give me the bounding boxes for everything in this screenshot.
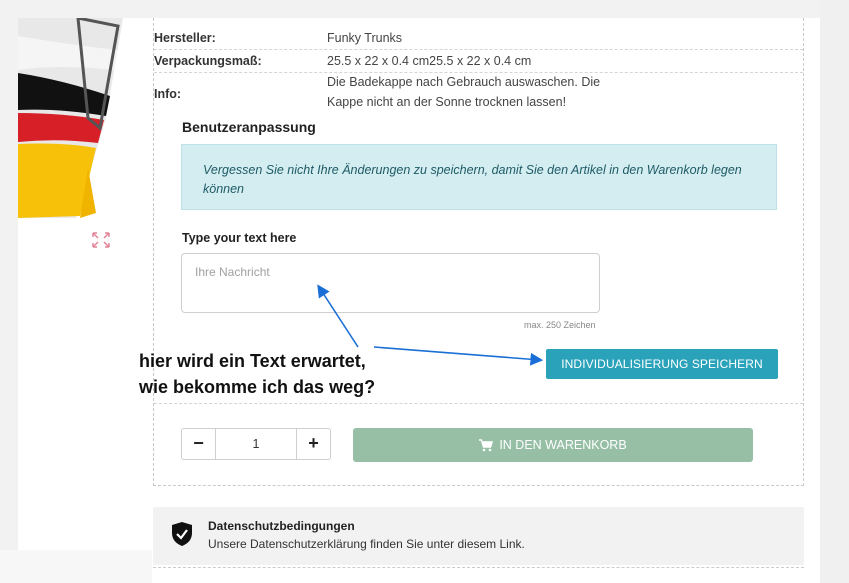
page-scrollbar[interactable] [820, 0, 849, 583]
save-notice: Vergessen Sie nicht Ihre Änderungen zu s… [181, 144, 777, 210]
notice-line2: können [203, 182, 245, 196]
product-image[interactable] [18, 18, 128, 228]
packaging-value: 25.5 x 22 x 0.4 cm25.5 x 22 x 0.4 cm [327, 54, 532, 68]
info-value-line2: Kappe nicht an der Sonne trocknen lassen… [327, 95, 567, 109]
notice-line1: Vergessen Sie nicht Ihre Änderungen zu s… [203, 163, 742, 177]
info-value-line1: Die Badekappe nach Gebrauch auswaschen. … [327, 75, 601, 89]
expand-icon[interactable] [90, 230, 112, 250]
message-placeholder: Ihre Nachricht [195, 265, 270, 279]
shield-check-icon [172, 522, 192, 546]
bottom-left-area [0, 550, 152, 583]
message-textarea[interactable]: Ihre Nachricht [181, 253, 600, 313]
manufacturer-label: Hersteller: [154, 31, 216, 45]
divider [154, 403, 803, 404]
add-to-cart-label: IN DEN WARENKORB [499, 438, 627, 452]
info-label: Info: [154, 87, 182, 101]
annotation-line1: hier wird ein Text erwartet, [139, 351, 366, 371]
user-annotation: hier wird ein Text erwartet, wie bekomme… [139, 348, 375, 400]
customization-title: Benutzeranpassung [182, 119, 316, 135]
privacy-title: Datenschutzbedingungen [208, 519, 355, 533]
product-card: Hersteller: Funky Trunks Verpackungsmaß:… [153, 18, 804, 486]
annotation-line2: wie bekomme ich das weg? [139, 377, 376, 397]
manufacturer-value: Funky Trunks [327, 31, 403, 45]
add-to-cart-button[interactable]: IN DEN WARENKORB [353, 428, 753, 462]
left-strip [0, 18, 18, 550]
quantity-stepper: − 1 + [181, 428, 331, 460]
increase-quantity-button[interactable]: + [296, 429, 330, 459]
packaging-label: Verpackungsmaß: [154, 54, 262, 68]
divider [154, 49, 803, 50]
save-customization-button[interactable]: INDIVIDUALISIERUNG SPEICHERN [546, 349, 778, 379]
privacy-box: Datenschutzbedingungen Unsere Datenschut… [153, 507, 804, 565]
decrease-quantity-button[interactable]: − [182, 429, 216, 459]
text-field-label: Type your text here [182, 231, 297, 245]
cart-icon [479, 438, 494, 451]
divider [154, 72, 803, 73]
top-bar [0, 0, 830, 18]
max-chars-hint: max. 250 Zeichen [524, 320, 596, 330]
privacy-link-text[interactable]: Unsere Datenschutzerklärung finden Sie u… [208, 537, 525, 551]
divider [153, 567, 804, 568]
quantity-input[interactable]: 1 [216, 429, 296, 459]
